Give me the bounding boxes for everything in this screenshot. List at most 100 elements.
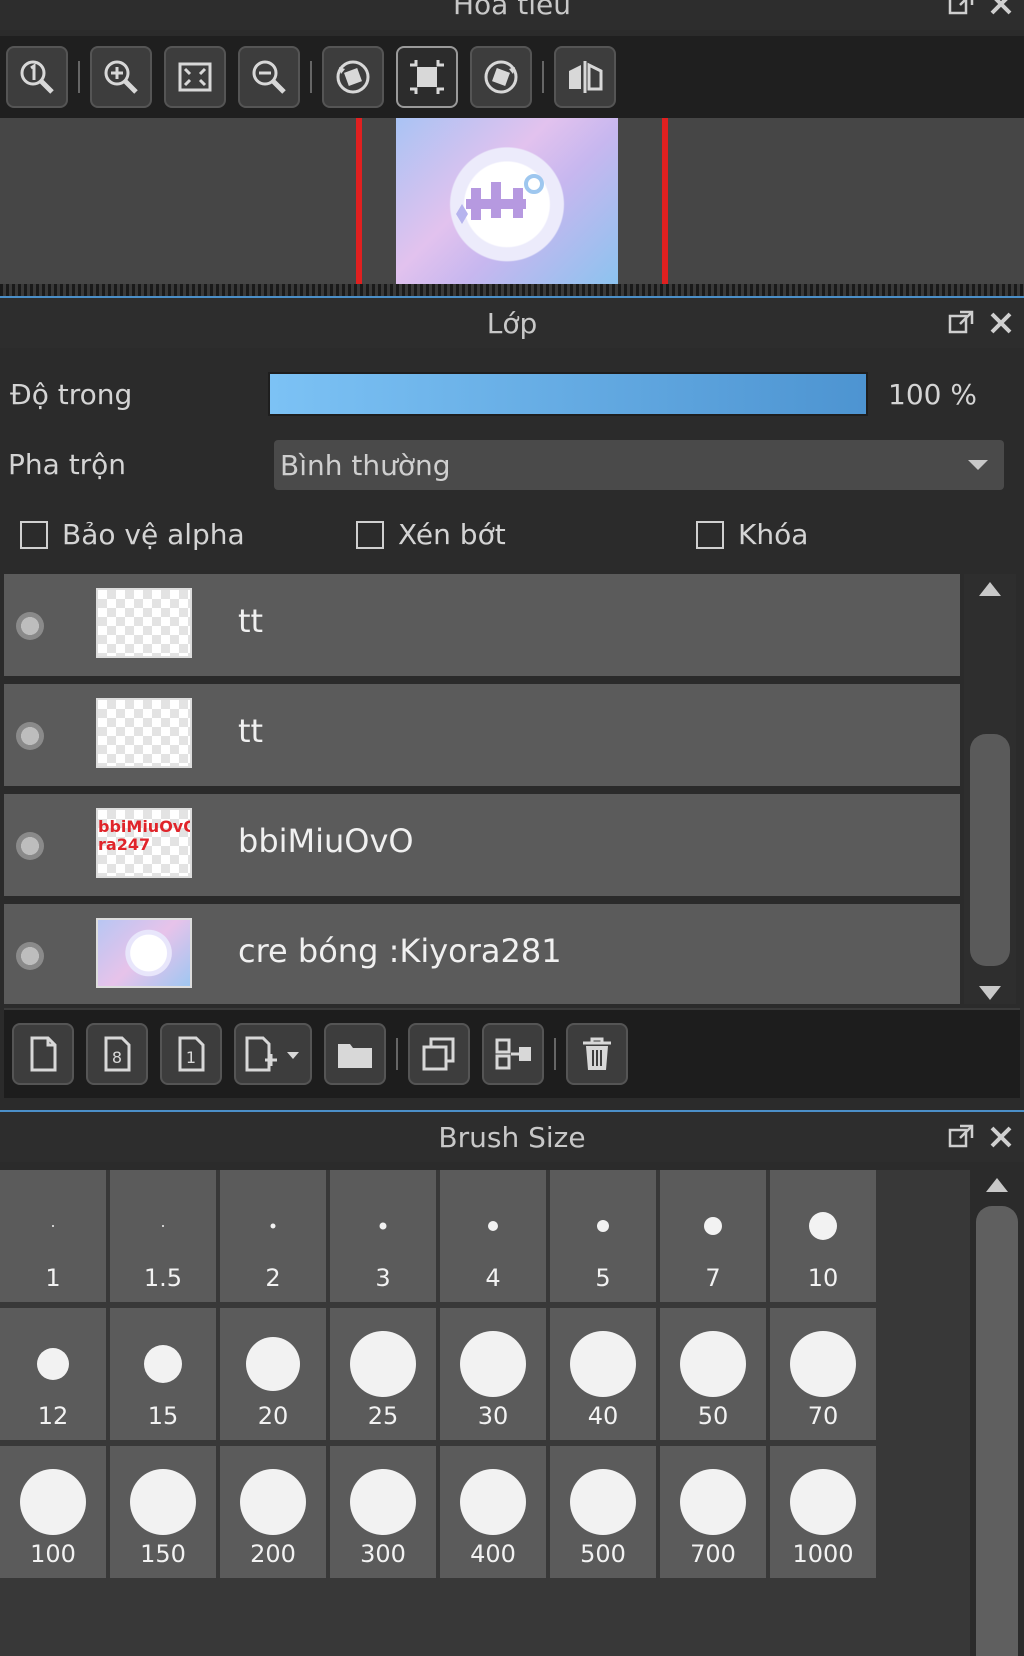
duplicate-layer-button[interactable] [408, 1023, 470, 1085]
brush-size-option[interactable]: 40 [550, 1308, 656, 1440]
visibility-icon[interactable] [16, 722, 44, 750]
brush-size-option[interactable]: 10 [770, 1170, 876, 1302]
brush-size-option[interactable]: 4 [440, 1170, 546, 1302]
visibility-icon[interactable] [16, 612, 44, 640]
brush-size-option[interactable]: 30 [440, 1308, 546, 1440]
brush-dot-icon [162, 1225, 164, 1227]
brush-size-option[interactable]: 3 [330, 1170, 436, 1302]
brush-dot-icon [37, 1348, 69, 1380]
new-1bit-layer-icon: 1 [171, 1034, 211, 1074]
scroll-up-icon[interactable] [979, 582, 1001, 596]
scrollbar-thumb[interactable] [976, 1206, 1018, 1656]
new-8bit-layer-button[interactable]: 8 [86, 1023, 148, 1085]
protect-alpha-checkbox[interactable]: Bảo vệ alpha [20, 518, 245, 551]
close-panel-icon[interactable] [988, 0, 1014, 17]
brush-size-option[interactable]: 200 [220, 1446, 326, 1578]
opacity-slider[interactable] [268, 372, 868, 416]
flip-horizontal-button[interactable] [554, 46, 616, 108]
rotate-left-button[interactable] [322, 46, 384, 108]
brush-dot-icon [379, 1222, 387, 1230]
layer-row[interactable]: tt [4, 574, 960, 680]
rotate-right-button[interactable] [470, 46, 532, 108]
layer-name: tt [238, 712, 264, 750]
opacity-value: 100 % [888, 378, 977, 411]
float-panel-icon[interactable] [948, 0, 974, 17]
brush-size-option[interactable]: 700 [660, 1446, 766, 1578]
new-layer-button[interactable] [12, 1023, 74, 1085]
float-panel-icon[interactable] [948, 1124, 974, 1150]
rotate-left-icon [333, 57, 373, 97]
scroll-down-icon[interactable] [979, 986, 1001, 1000]
zoom-actual-button[interactable] [6, 46, 68, 108]
navigator-preview[interactable] [0, 118, 1024, 286]
layer-row[interactable]: bbiMiuOvO ra247 bbiMiuOvO [4, 794, 960, 900]
merge-down-icon [493, 1034, 533, 1074]
brush-size-option[interactable]: 400 [440, 1446, 546, 1578]
svg-text:8: 8 [112, 1048, 122, 1067]
checkbox-box[interactable] [20, 520, 48, 549]
brush-size-option[interactable]: 7 [660, 1170, 766, 1302]
brush-size-option[interactable]: 150 [110, 1446, 216, 1578]
layer-list-scrollbar[interactable] [964, 574, 1016, 1004]
brush-dot-icon [680, 1469, 746, 1535]
fit-screen-button[interactable] [164, 46, 226, 108]
visibility-icon[interactable] [16, 942, 44, 970]
brush-size-option[interactable]: 1000 [770, 1446, 876, 1578]
close-panel-icon[interactable] [988, 1124, 1014, 1150]
panel-resize-grip[interactable] [0, 284, 1024, 296]
add-layer-dropdown-button[interactable] [234, 1023, 312, 1085]
blend-mode-select[interactable]: Bình thường [274, 440, 1004, 490]
close-panel-icon[interactable] [988, 310, 1014, 336]
svg-text:1: 1 [186, 1048, 196, 1067]
brush-size-option[interactable]: 100 [0, 1446, 106, 1578]
clipping-label: Xén bớt [398, 518, 506, 551]
layer-row[interactable]: tt [4, 684, 960, 790]
new-1bit-layer-button[interactable]: 1 [160, 1023, 222, 1085]
chevron-down-icon [968, 460, 988, 470]
layer-thumbnail: bbiMiuOvO ra247 [96, 808, 192, 878]
brush-size-option[interactable]: 5 [550, 1170, 656, 1302]
viewport-left-edge [356, 118, 362, 286]
layer-row[interactable]: cre bóng :Kiyora281 [4, 904, 960, 1004]
brush-size-label: 400 [470, 1540, 516, 1568]
brush-size-option[interactable]: 1.5 [110, 1170, 216, 1302]
checkbox-box[interactable] [696, 520, 724, 549]
scrollbar-thumb[interactable] [970, 734, 1010, 966]
zoom-actual-icon [17, 57, 57, 97]
brush-dot-icon [350, 1331, 416, 1397]
checkbox-box[interactable] [356, 520, 384, 549]
brush-size-label: 20 [257, 1402, 289, 1430]
brush-size-option[interactable]: 500 [550, 1446, 656, 1578]
brush-dot-icon [270, 1223, 276, 1229]
layers-header: Lớp [0, 296, 1024, 348]
brush-size-option[interactable]: 12 [0, 1308, 106, 1440]
float-panel-icon[interactable] [948, 310, 974, 336]
brush-size-option[interactable]: 300 [330, 1446, 436, 1578]
brush-scrollbar[interactable] [970, 1170, 1024, 1656]
brush-dot-icon [20, 1469, 86, 1535]
zoom-out-button[interactable] [238, 46, 300, 108]
new-folder-button[interactable] [324, 1023, 386, 1085]
brush-size-option[interactable]: 25 [330, 1308, 436, 1440]
zoom-in-button[interactable] [90, 46, 152, 108]
toolbar-separator [542, 61, 544, 93]
fit-frame-button[interactable] [396, 46, 458, 108]
brush-size-option[interactable]: 20 [220, 1308, 326, 1440]
navigator-title: Hoa tiêu [453, 0, 571, 21]
brush-size-option[interactable]: 15 [110, 1308, 216, 1440]
merge-down-button[interactable] [482, 1023, 544, 1085]
new-folder-icon [335, 1034, 375, 1074]
lock-checkbox[interactable]: Khóa [696, 518, 808, 551]
brush-size-option[interactable]: 1 [0, 1170, 106, 1302]
scroll-up-icon[interactable] [986, 1178, 1008, 1192]
clipping-checkbox[interactable]: Xén bớt [356, 518, 506, 551]
brush-dot-icon [144, 1345, 182, 1383]
brush-size-option[interactable]: 70 [770, 1308, 876, 1440]
visibility-icon[interactable] [16, 832, 44, 860]
brush-size-option[interactable]: 50 [660, 1308, 766, 1440]
brush-size-label: 30 [477, 1402, 509, 1430]
delete-layer-button[interactable] [566, 1023, 628, 1085]
brush-dot-icon [790, 1469, 856, 1535]
brush-size-option[interactable]: 2 [220, 1170, 326, 1302]
brush-dot-icon [246, 1337, 300, 1391]
